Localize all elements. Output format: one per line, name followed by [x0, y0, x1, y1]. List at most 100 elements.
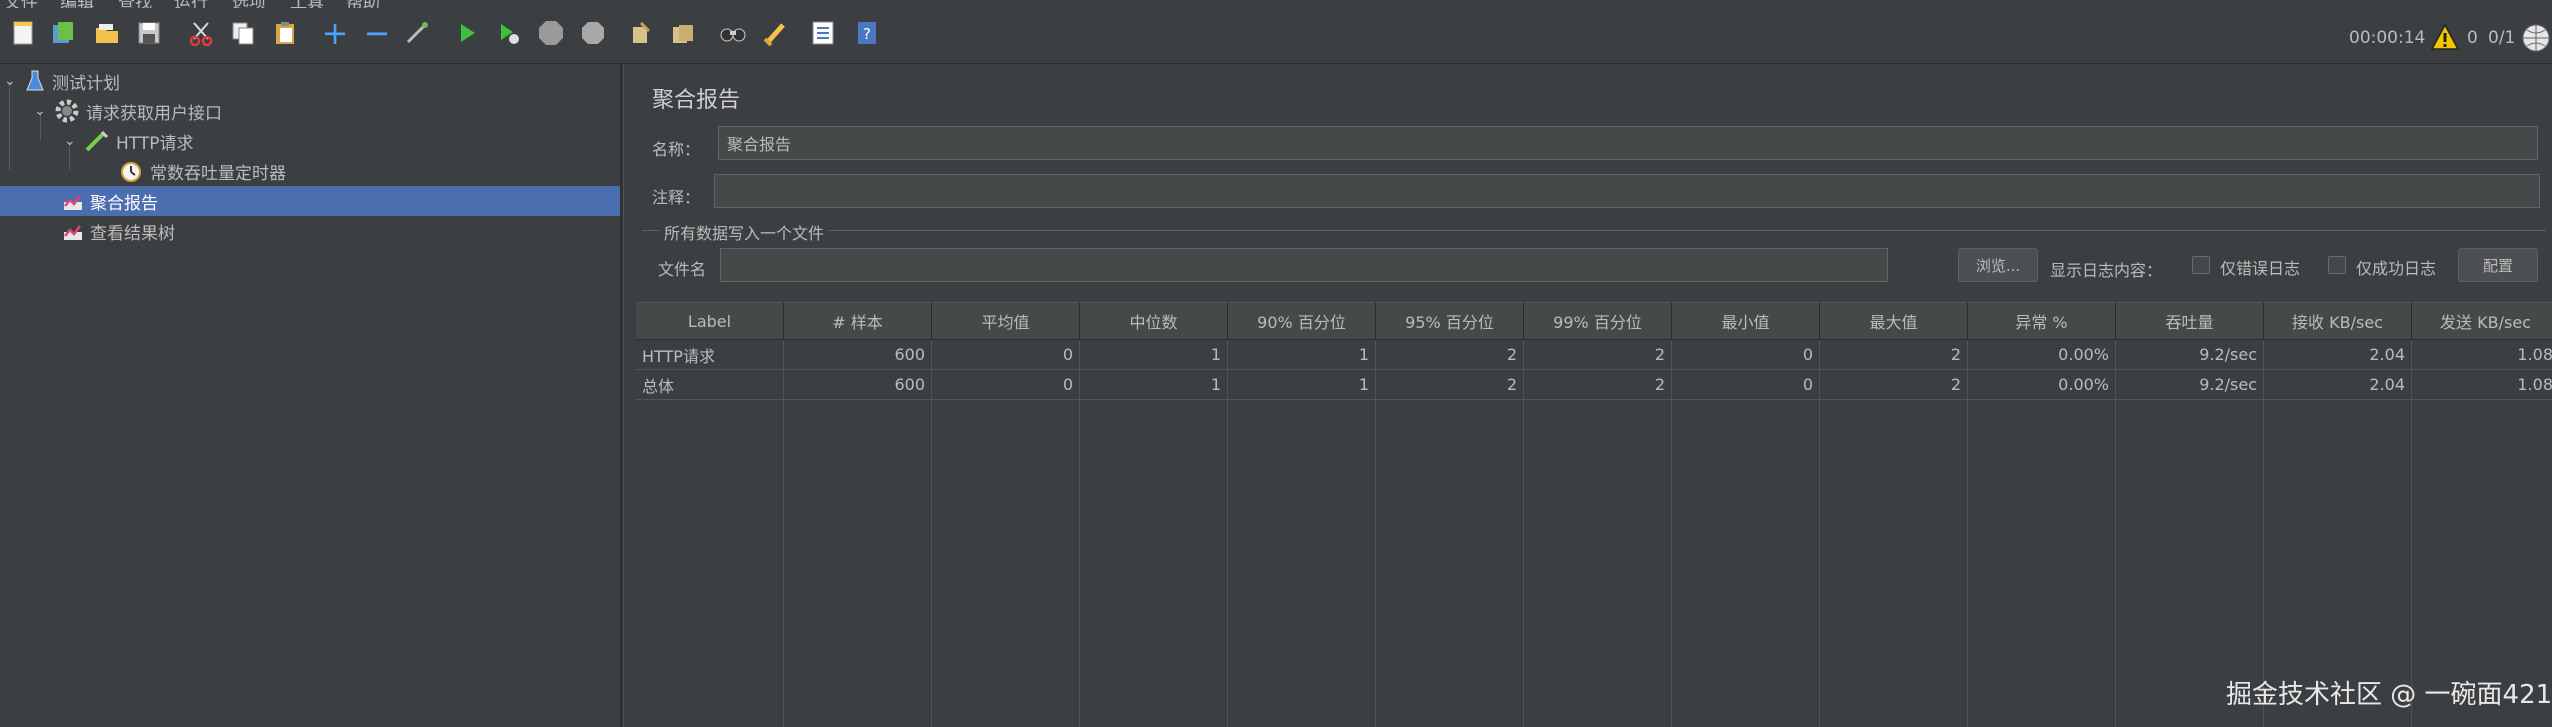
errors-only-label: 仅错误日志 [2220, 259, 2301, 278]
success-only-checkbox[interactable] [2328, 256, 2346, 274]
shutdown-icon[interactable] [578, 18, 608, 48]
name-field[interactable] [718, 126, 2538, 160]
chevron-down-icon[interactable]: ⌄ [64, 133, 84, 149]
report-chart-icon [64, 225, 82, 240]
column-header[interactable]: 发送 KB/sec [2412, 302, 2552, 340]
save-icon[interactable] [134, 18, 164, 48]
column-divider [1671, 340, 1672, 727]
table-cell: 1 [1080, 370, 1228, 400]
copy-icon[interactable] [228, 18, 258, 48]
templates-icon[interactable] [48, 18, 78, 48]
column-header[interactable]: 最大值 [1820, 302, 1968, 340]
menu-run[interactable]: 运行 [174, 0, 208, 8]
errors-only-checkbox[interactable] [2192, 256, 2210, 274]
open-icon[interactable] [92, 18, 122, 48]
menu-options[interactable]: 选项 [232, 0, 266, 8]
expand-icon[interactable]: + [320, 14, 350, 52]
column-header[interactable]: 最小值 [1672, 302, 1820, 340]
new-icon[interactable] [8, 18, 38, 48]
search-icon[interactable] [718, 18, 748, 48]
tree-item-throughput-timer[interactable]: 常数吞吐量定时器 [118, 156, 286, 186]
table-cell: 0 [1672, 340, 1820, 370]
tree-item-label: 测试计划 [52, 73, 120, 94]
column-divider [1819, 340, 1820, 727]
clear-icon[interactable] [626, 18, 656, 48]
table-cell: 1 [1228, 340, 1376, 370]
table-cell: 0.00% [1968, 370, 2116, 400]
tree-item-label: 聚合报告 [90, 193, 158, 214]
chevron-down-icon[interactable]: ⌄ [34, 103, 54, 119]
column-header[interactable]: 中位数 [1080, 302, 1228, 340]
cut-icon[interactable] [186, 18, 216, 48]
table-cell: 2.04 [2264, 340, 2412, 370]
column-divider [2263, 340, 2264, 727]
paste-icon[interactable] [270, 18, 300, 48]
column-divider [2115, 340, 2116, 727]
menu-help[interactable]: 帮助 [346, 0, 380, 8]
group-border [642, 230, 2546, 231]
column-header[interactable]: 平均值 [932, 302, 1080, 340]
stop-icon[interactable] [536, 18, 566, 48]
help-icon[interactable]: ? [852, 18, 882, 48]
table-cell: 1 [1228, 370, 1376, 400]
active-threads: 0/1 [2488, 28, 2516, 48]
report-chart-icon [64, 195, 82, 210]
table-row[interactable]: 总体 600 0 1 1 2 2 0 2 0.00% 9.2/sec 2.04 1.08 [636, 370, 2552, 400]
clear-all-icon[interactable] [668, 18, 698, 48]
column-divider [931, 340, 932, 727]
column-divider [1375, 340, 1376, 727]
column-header[interactable]: 90% 百分位 [1228, 302, 1376, 340]
table-cell: 1 [1080, 340, 1228, 370]
menu-tools[interactable]: 工具 [290, 0, 324, 8]
menu-file[interactable]: 文件 [4, 0, 38, 8]
toolbar: + − ? 00:00:14 0 0/1 [0, 8, 2552, 64]
toggle-icon[interactable] [402, 18, 432, 48]
test-plan-tree: ⌄ 测试计划 ⌄ 请求获取用户接口 ⌄ HTTP请求 常数吞吐量定时器 聚合报告… [0, 64, 620, 727]
tree-item-label: 请求获取用户接口 [86, 103, 222, 124]
configure-button[interactable]: 配置 [2458, 248, 2538, 282]
chevron-down-icon[interactable]: ⌄ [4, 73, 24, 89]
tree-item-thread-group[interactable]: ⌄ 请求获取用户接口 [34, 96, 222, 126]
success-only-label: 仅成功日志 [2356, 259, 2437, 278]
column-header[interactable]: 异常 % [1968, 302, 2116, 340]
comment-field[interactable] [714, 174, 2540, 208]
table-row[interactable]: HTTP请求 600 0 1 1 2 2 0 2 0.00% 9.2/sec 2.04 1.08 [636, 340, 2552, 370]
column-header[interactable]: # 样本 [784, 302, 932, 340]
column-header[interactable]: 吞吐量 [2116, 302, 2264, 340]
column-header[interactable]: 99% 百分位 [1524, 302, 1672, 340]
start-no-pause-icon[interactable] [494, 18, 524, 48]
column-header[interactable]: 接收 KB/sec [2264, 302, 2412, 340]
function-helper-icon[interactable] [808, 18, 838, 48]
aggregate-table[interactable]: Label # 样本 平均值 中位数 90% 百分位 95% 百分位 99% 百分位 最小值最… [636, 302, 2552, 727]
reset-search-icon[interactable] [760, 18, 790, 48]
column-divider [1079, 340, 1080, 727]
filename-field[interactable] [720, 248, 1888, 282]
collapse-icon[interactable]: − [362, 14, 392, 52]
tree-item-aggregate-report[interactable]: 聚合报告 [0, 186, 620, 216]
table-cell: 1.08 [2412, 370, 2552, 400]
table-cell: 600 [784, 370, 932, 400]
table-cell: 0 [932, 370, 1080, 400]
tree-item-test-plan[interactable]: ⌄ 测试计划 [4, 66, 120, 96]
column-header[interactable]: Label [636, 302, 784, 340]
table-cell: 总体 [636, 370, 784, 400]
tree-item-results-tree[interactable]: 查看结果树 [62, 216, 175, 246]
menu-edit[interactable]: 编辑 [60, 0, 94, 8]
warning-icon[interactable] [2430, 22, 2460, 52]
browse-button[interactable]: 浏览... [1958, 248, 2038, 282]
table-cell: 2 [1376, 370, 1524, 400]
menu-search[interactable]: 查找 [118, 0, 152, 8]
tree-item-http-request[interactable]: ⌄ HTTP请求 [64, 126, 194, 156]
tree-item-label: 常数吞吐量定时器 [150, 163, 286, 184]
column-divider [783, 340, 784, 727]
table-cell: 0.00% [1968, 340, 2116, 370]
table-cell: 0 [1672, 370, 1820, 400]
column-header[interactable]: 95% 百分位 [1376, 302, 1524, 340]
write-file-group-title: 所有数据写入一个文件 [660, 220, 829, 244]
column-divider [1967, 340, 1968, 727]
remote-globe-icon[interactable] [2520, 22, 2552, 54]
tree-item-label: HTTP请求 [116, 133, 194, 154]
test-plan-icon [26, 70, 44, 91]
start-icon[interactable] [452, 18, 482, 48]
table-cell: 9.2/sec [2116, 370, 2264, 400]
